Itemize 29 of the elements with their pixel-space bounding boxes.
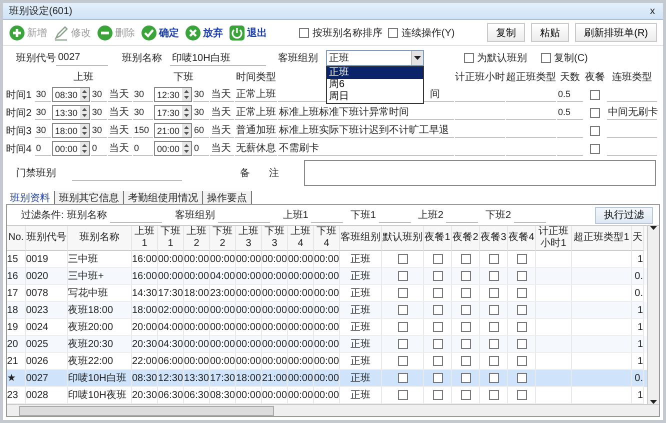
row-label: 时间3 xyxy=(6,124,33,138)
column-header: 连班类型 xyxy=(611,70,653,84)
filter-label: 班别名称 xyxy=(66,208,107,222)
window-title: 班别设定(601) xyxy=(9,4,72,18)
field-label: 客班组别 xyxy=(278,52,319,65)
row-label: 时间4 xyxy=(6,142,33,156)
filter-label: 下班2 xyxy=(485,208,512,222)
option-label: 复制(C) xyxy=(554,52,588,65)
field-label: 班别代号 xyxy=(16,52,56,65)
option-label: 为默认班别 xyxy=(477,52,527,65)
row-label: 时间1 xyxy=(6,88,33,102)
filter-label: 客班组别 xyxy=(174,208,215,222)
filter-label: 过滤条件: xyxy=(21,208,64,222)
column-header: 上班 xyxy=(72,70,94,84)
filter-label: 上班2 xyxy=(418,208,444,222)
field-label: 备 注 xyxy=(240,166,288,180)
column-header: 下班 xyxy=(172,70,194,84)
column-header: 时间类型 xyxy=(235,70,277,84)
row-label: 时间2 xyxy=(6,106,33,120)
option-label: 连续操作(Y) xyxy=(401,26,455,40)
column-header: 天数 xyxy=(559,70,581,84)
field-label: 门禁班别 xyxy=(16,166,57,180)
filter-label: 下班1 xyxy=(350,208,376,222)
column-header: 超正班类型 xyxy=(506,70,556,84)
filter-label: 上班1 xyxy=(282,208,308,222)
column-header: 计正班小时 xyxy=(455,70,505,84)
field-label: 班别名称 xyxy=(122,52,163,65)
column-header: 夜餐 xyxy=(584,70,606,84)
option-label: 按班别名称排序 xyxy=(312,26,382,40)
